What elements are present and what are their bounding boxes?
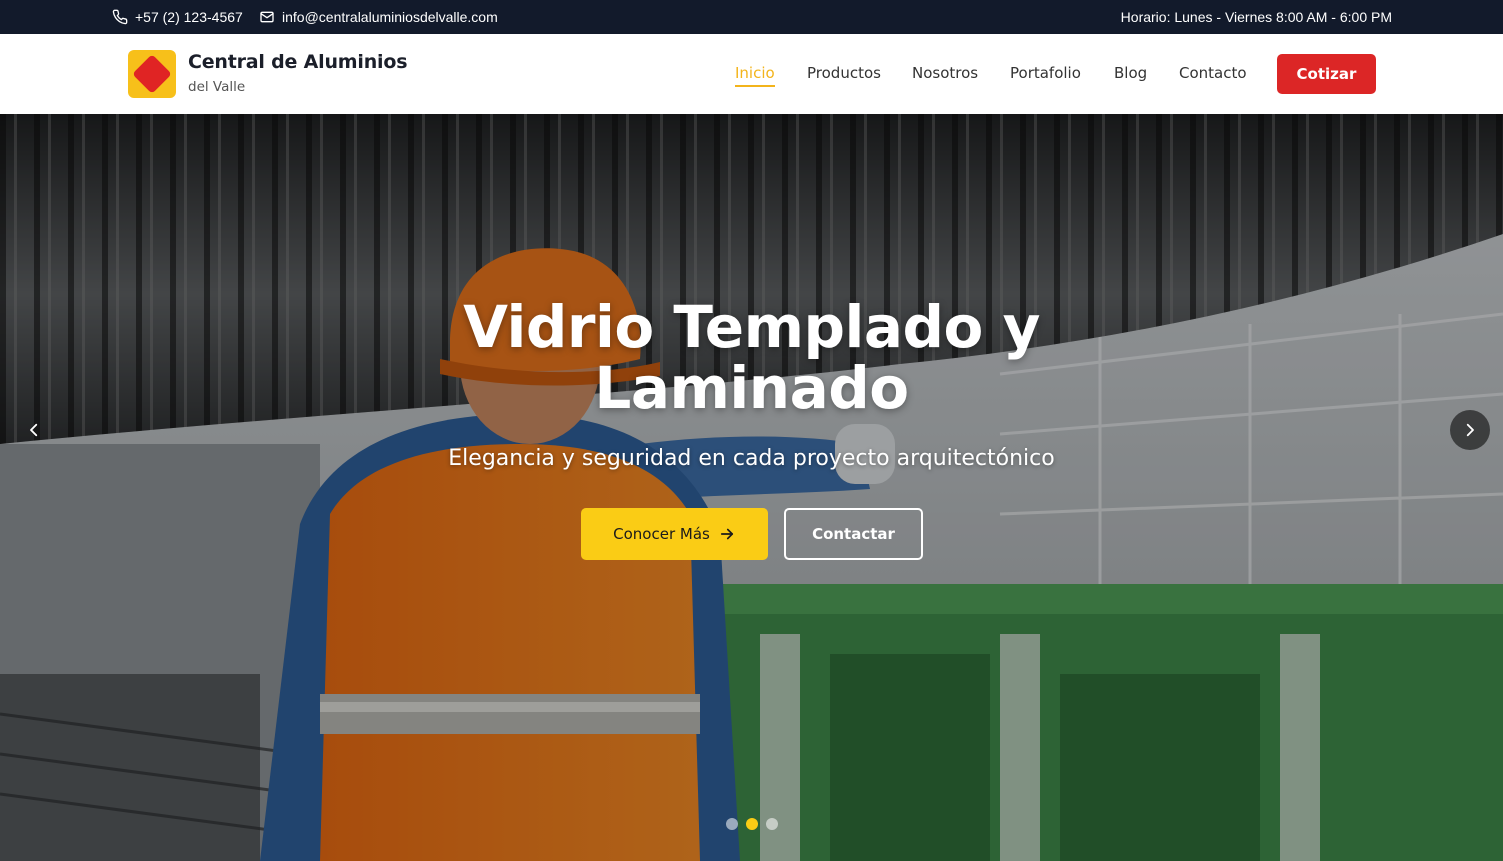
email-text: info@centralaluminiosdelvalle.com bbox=[282, 9, 498, 25]
chevron-left-icon bbox=[30, 423, 38, 437]
mail-icon bbox=[260, 11, 274, 23]
top-bar: +57 (2) 123-4567 info@centralaluminiosde… bbox=[0, 0, 1503, 34]
hero-title: Vidrio Templado y Laminado bbox=[0, 297, 1503, 419]
arrow-right-icon bbox=[720, 528, 733, 540]
slider-next-button[interactable] bbox=[1450, 410, 1490, 450]
hero-title-line2: Laminado bbox=[594, 354, 909, 422]
chevron-right-icon bbox=[1466, 423, 1474, 437]
hero-subtitle: Elegancia y seguridad en cada proyecto a… bbox=[448, 446, 1055, 471]
slider-dot-2[interactable] bbox=[745, 818, 758, 830]
slider-prev-button[interactable] bbox=[14, 410, 54, 450]
nav-item-portafolio[interactable]: Portafolio bbox=[1010, 64, 1081, 82]
nav-item-productos[interactable]: Productos bbox=[807, 64, 881, 82]
phone-icon bbox=[112, 9, 128, 25]
phone-link[interactable]: +57 (2) 123-4567 bbox=[112, 0, 243, 34]
nav-item-blog[interactable]: Blog bbox=[1114, 64, 1147, 82]
slider-dot-3[interactable] bbox=[765, 818, 778, 830]
cotizar-button[interactable]: Cotizar bbox=[1277, 54, 1376, 94]
business-hours: Horario: Lunes - Viernes 8:00 AM - 6:00 … bbox=[1120, 9, 1392, 25]
conocer-mas-label: Conocer Más bbox=[613, 525, 710, 543]
hero-title-line1: Vidrio Templado y bbox=[463, 293, 1040, 361]
contactar-button[interactable]: Contactar bbox=[784, 508, 923, 560]
hero-overlay bbox=[0, 114, 1503, 861]
slider-dot-1[interactable] bbox=[725, 818, 738, 830]
nav-item-contacto[interactable]: Contacto bbox=[1179, 64, 1247, 82]
nav-item-nosotros[interactable]: Nosotros bbox=[912, 64, 978, 82]
email-link[interactable]: info@centralaluminiosdelvalle.com bbox=[259, 0, 498, 34]
site-header: Central de Aluminios del Valle Inicio Pr… bbox=[0, 34, 1503, 114]
slider-dots bbox=[0, 818, 1503, 830]
phone-text: +57 (2) 123-4567 bbox=[135, 9, 243, 25]
nav-item-inicio[interactable]: Inicio bbox=[735, 64, 775, 87]
conocer-mas-button[interactable]: Conocer Más bbox=[581, 508, 768, 560]
hero-slider: Vidrio Templado y Laminado Elegancia y s… bbox=[0, 114, 1503, 861]
